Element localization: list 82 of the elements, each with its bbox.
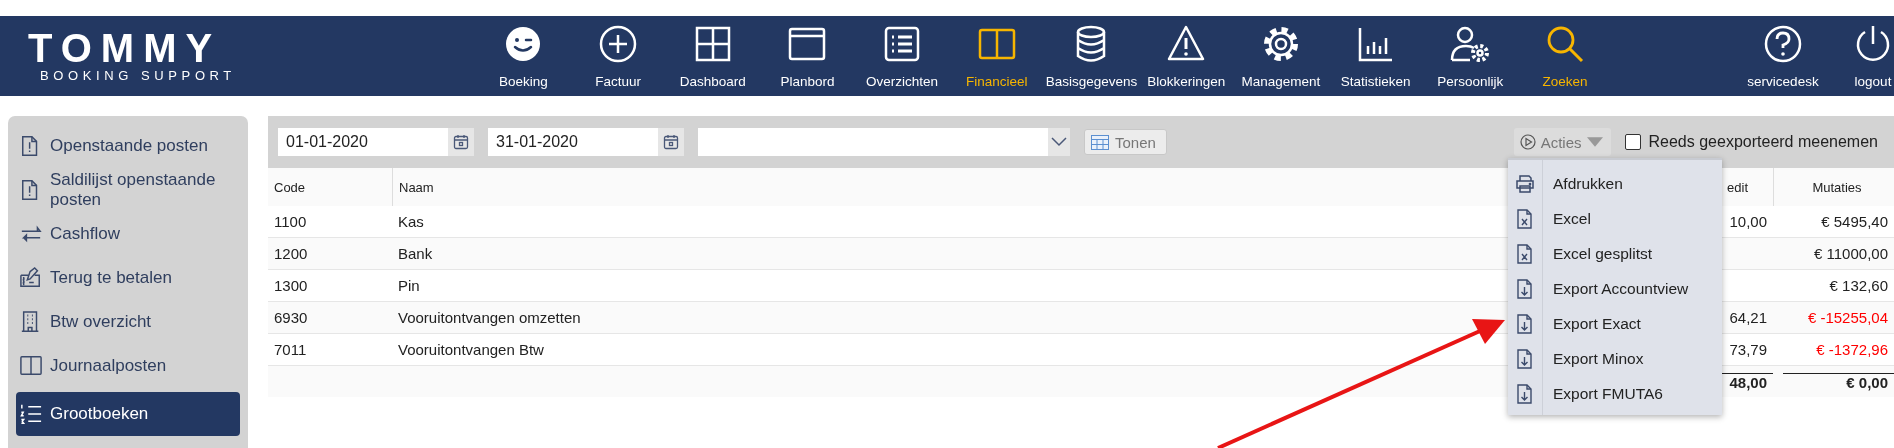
sidebar-item[interactable]: Journaalposten (8, 344, 248, 388)
nav-item[interactable]: servicedesk (1738, 23, 1828, 89)
sidebar-item-label: Grootboeken (50, 404, 149, 424)
sidebar-item[interactable]: Grootboeken (16, 392, 240, 436)
logo-subtitle: BOOKING SUPPORT (40, 67, 236, 83)
table-cell: € 11000,00 (1814, 245, 1888, 262)
nav-item[interactable]: Overzichten (854, 23, 950, 89)
table-cell: 73,79 (1729, 341, 1767, 358)
menu-item[interactable]: Export Accountview (1508, 271, 1722, 306)
menu-item[interactable]: Export Exact (1508, 306, 1722, 341)
column-header: Code (273, 178, 307, 197)
table-cell: Vooruitontvangen Btw (398, 341, 544, 358)
calendar-icon (453, 134, 469, 150)
nav-item[interactable]: Management (1233, 23, 1329, 89)
sidebar-item-label: Journaalposten (50, 356, 167, 376)
date-from-field[interactable]: 01-01-2020 (278, 128, 448, 156)
table-cell: € 5495,40 (1821, 213, 1888, 230)
calendar-icon (663, 134, 679, 150)
table-cell: Bank (398, 245, 433, 262)
table-cell-text: 1300 (273, 277, 309, 294)
download-file-icon (1515, 383, 1535, 404)
chevron-down-icon (1051, 137, 1067, 147)
table-cell: 64,21 (1729, 309, 1767, 326)
sidebar-item[interactable]: Cashflow (8, 212, 248, 256)
nav-item[interactable]: Statistieken (1328, 23, 1423, 89)
show-button[interactable]: Tonen (1084, 129, 1167, 155)
help-icon (1763, 23, 1803, 64)
nav-item[interactable]: Zoeken (1517, 23, 1613, 89)
nav-item[interactable]: Financieel (949, 23, 1045, 89)
sidebar-item[interactable]: Saldilijst openstaande posten (8, 168, 248, 212)
sidebar-item-label: Cashflow (50, 224, 120, 244)
sidebar-item-label: Btw overzicht (50, 312, 152, 332)
table-cell-text: 1100 (273, 213, 308, 230)
menu-item[interactable]: Excel (1508, 201, 1722, 236)
menu-item[interactable]: Afdrukken (1508, 166, 1722, 201)
table-cell-text: 6930 (273, 309, 309, 326)
spreadsheet-file-icon (1515, 243, 1535, 264)
menu-item[interactable]: Excel gesplitst (1508, 236, 1722, 271)
sidebar-item-label: Saldilijst openstaande posten (50, 170, 217, 210)
table-cell-text: 1200 (273, 245, 309, 262)
sidebar-item-label: Terug te betalen (50, 268, 172, 288)
nav-item[interactable]: Factuur (570, 23, 666, 89)
logo-title: TOMMY (28, 29, 222, 66)
sidebar-item[interactable]: Terug te betalen (8, 256, 248, 300)
sidebar-item[interactable]: Btw overzicht (8, 300, 248, 344)
numbered-list-icon (20, 402, 42, 426)
nav-item[interactable]: Boeking (476, 23, 571, 89)
total-cell: € 0,00 (1783, 372, 1894, 391)
nav-item[interactable]: logout (1828, 23, 1894, 89)
download-file-icon (1515, 278, 1535, 299)
sidebar-item-label: Openstaande posten (50, 136, 208, 156)
printer-icon (1515, 173, 1535, 194)
sidebar-item[interactable]: Openstaande posten (8, 124, 248, 168)
nav-item[interactable]: Blokkeringen (1138, 23, 1234, 89)
nav-item[interactable]: Basisgegevens (1044, 23, 1139, 89)
date-to-field[interactable]: 31-01-2020 (488, 128, 658, 156)
download-file-icon (1515, 313, 1535, 334)
play-circle-icon (1519, 134, 1536, 150)
nav-item[interactable]: Dashboard (665, 23, 761, 89)
table-cell: Vooruitontvangen omzetten (398, 309, 581, 326)
table-cell-text: 7011 (273, 341, 308, 358)
table-cell: Kas (398, 213, 424, 230)
select-field[interactable] (698, 128, 1070, 156)
table-icon (1091, 134, 1109, 150)
cheque-pen-icon (20, 266, 42, 290)
nav-item[interactable]: Planbord (760, 23, 855, 89)
columns-icon (20, 354, 42, 378)
table-cell: € 132,60 (1829, 277, 1888, 294)
plus-circle-icon (598, 23, 639, 64)
table-cell: 10,00 (1729, 213, 1767, 230)
table-cell: Pin (398, 277, 420, 294)
checkbox[interactable] (1624, 134, 1641, 150)
column-header: Mutaties (1773, 168, 1894, 206)
spreadsheet-file-icon (1515, 208, 1535, 229)
calendar-button[interactable] (448, 128, 474, 156)
table-cell: € -1372,96 (1816, 341, 1888, 358)
calendar-button[interactable] (658, 128, 684, 156)
column-header: edit (1726, 178, 1749, 197)
table-cell: € -15255,04 (1807, 309, 1888, 326)
checkbox-label: Reeds geexporteerd meenemen (1648, 133, 1878, 151)
download-file-icon (1515, 348, 1535, 369)
nav-item[interactable]: Persoonlijk (1422, 23, 1518, 89)
